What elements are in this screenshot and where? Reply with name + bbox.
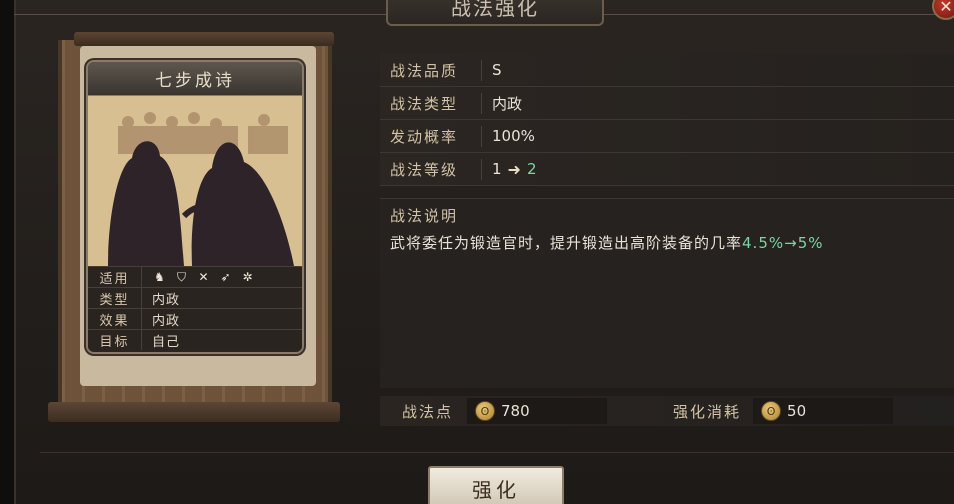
info-label: 战法品质 bbox=[380, 59, 482, 81]
close-icon: ✕ bbox=[939, 0, 953, 16]
level-change: 1 ➜ 2 bbox=[482, 160, 537, 179]
level-to: 2 bbox=[526, 160, 537, 178]
card-name: 七步成诗 bbox=[155, 71, 235, 91]
consume-box: ʘ 50 bbox=[753, 398, 894, 424]
bottom-divider bbox=[40, 452, 954, 453]
card-row-value: 内政 bbox=[152, 313, 181, 329]
window-title: 战法强化 bbox=[386, 0, 604, 26]
scroll-top-rod bbox=[74, 32, 334, 46]
card-illustration bbox=[88, 96, 302, 266]
description-change: 4.5%→5% bbox=[742, 234, 824, 252]
illustration-figures bbox=[88, 96, 302, 266]
info-label: 战法等级 bbox=[380, 158, 482, 180]
info-row-quality: 战法品质 S bbox=[380, 54, 954, 87]
skill-point-coin-icon: ʘ bbox=[475, 401, 496, 421]
card-title: 七步成诗 bbox=[88, 62, 302, 96]
upgrade-button-label: 强化 bbox=[472, 477, 520, 502]
title-divider-right bbox=[604, 14, 954, 15]
skill-point-coin-icon: ʘ bbox=[761, 401, 782, 421]
troop-icons: ♞ ⛉ ✕ ➶ ✲ bbox=[142, 269, 256, 285]
card-row-target: 目标 自己 bbox=[88, 329, 302, 350]
left-edge bbox=[0, 0, 14, 504]
info-row-type: 战法类型 内政 bbox=[380, 87, 954, 120]
skill-info: 战法品质 S 战法类型 内政 发动概率 100% 战法等级 1 ➜ 2 bbox=[380, 54, 954, 186]
scroll-bottom-rod bbox=[48, 402, 340, 422]
shield-icon: ⛉ bbox=[176, 269, 187, 284]
skill-description: 战法说明 武将委任为锻造官时，提升锻造出高阶装备的几率4.5%→5% bbox=[380, 198, 954, 388]
level-from: 1 bbox=[492, 160, 502, 178]
cavalry-icon: ♞ bbox=[154, 270, 166, 284]
points-value: 780 bbox=[501, 402, 530, 420]
card-attributes: 适用 ♞ ⛉ ✕ ➶ ✲ 类型 内政 效果 内政 目标 自己 bbox=[88, 266, 302, 350]
info-row-chance: 发动概率 100% bbox=[380, 120, 954, 153]
wheel-icon: ✲ bbox=[242, 270, 254, 284]
description-label: 战法说明 bbox=[390, 207, 459, 225]
consume-value: 50 bbox=[787, 402, 807, 420]
info-value: S bbox=[492, 61, 502, 79]
info-label: 发动概率 bbox=[380, 125, 482, 147]
card-row-effect: 效果 内政 bbox=[88, 308, 302, 329]
upgrade-button[interactable]: 强化 bbox=[428, 466, 564, 504]
bow-icon: ✕ bbox=[198, 270, 210, 284]
info-value: 内政 bbox=[492, 94, 523, 113]
card-row-key: 目标 bbox=[88, 330, 142, 350]
info-row-level: 战法等级 1 ➜ 2 bbox=[380, 153, 954, 186]
card-row-value: 自己 bbox=[152, 334, 181, 350]
arrow-right-icon: ➜ bbox=[507, 159, 521, 179]
card-row-applicable: 适用 ♞ ⛉ ✕ ➶ ✲ bbox=[88, 266, 302, 287]
title-divider-left bbox=[14, 14, 386, 15]
card-row-key: 类型 bbox=[88, 288, 142, 308]
description-text: 武将委任为锻造官时，提升锻造出高阶装备的几率 bbox=[390, 234, 743, 252]
card-row-value: 内政 bbox=[152, 292, 181, 308]
card-row-key: 适用 bbox=[88, 267, 142, 287]
skill-card: 七步成诗 适用 ♞ ⛉ ✕ ➶ ✲ 类型 内政 效果 内政 目标 自己 bbox=[86, 60, 304, 354]
consume-label: 强化消耗 bbox=[673, 402, 742, 421]
description-body: 武将委任为锻造官时，提升锻造出高阶装备的几率4.5%→5% bbox=[380, 226, 954, 253]
card-row-type: 类型 内政 bbox=[88, 287, 302, 308]
points-box: ʘ 780 bbox=[467, 398, 608, 424]
card-row-key: 效果 bbox=[88, 309, 142, 329]
cost-bar: 战法点 ʘ 780 强化消耗 ʘ 50 bbox=[380, 396, 954, 426]
window-title-text: 战法强化 bbox=[451, 0, 539, 20]
spear-icon: ➶ bbox=[220, 270, 232, 284]
info-label: 战法类型 bbox=[380, 92, 482, 114]
info-value: 100% bbox=[492, 127, 535, 145]
points-label: 战法点 bbox=[402, 402, 454, 421]
